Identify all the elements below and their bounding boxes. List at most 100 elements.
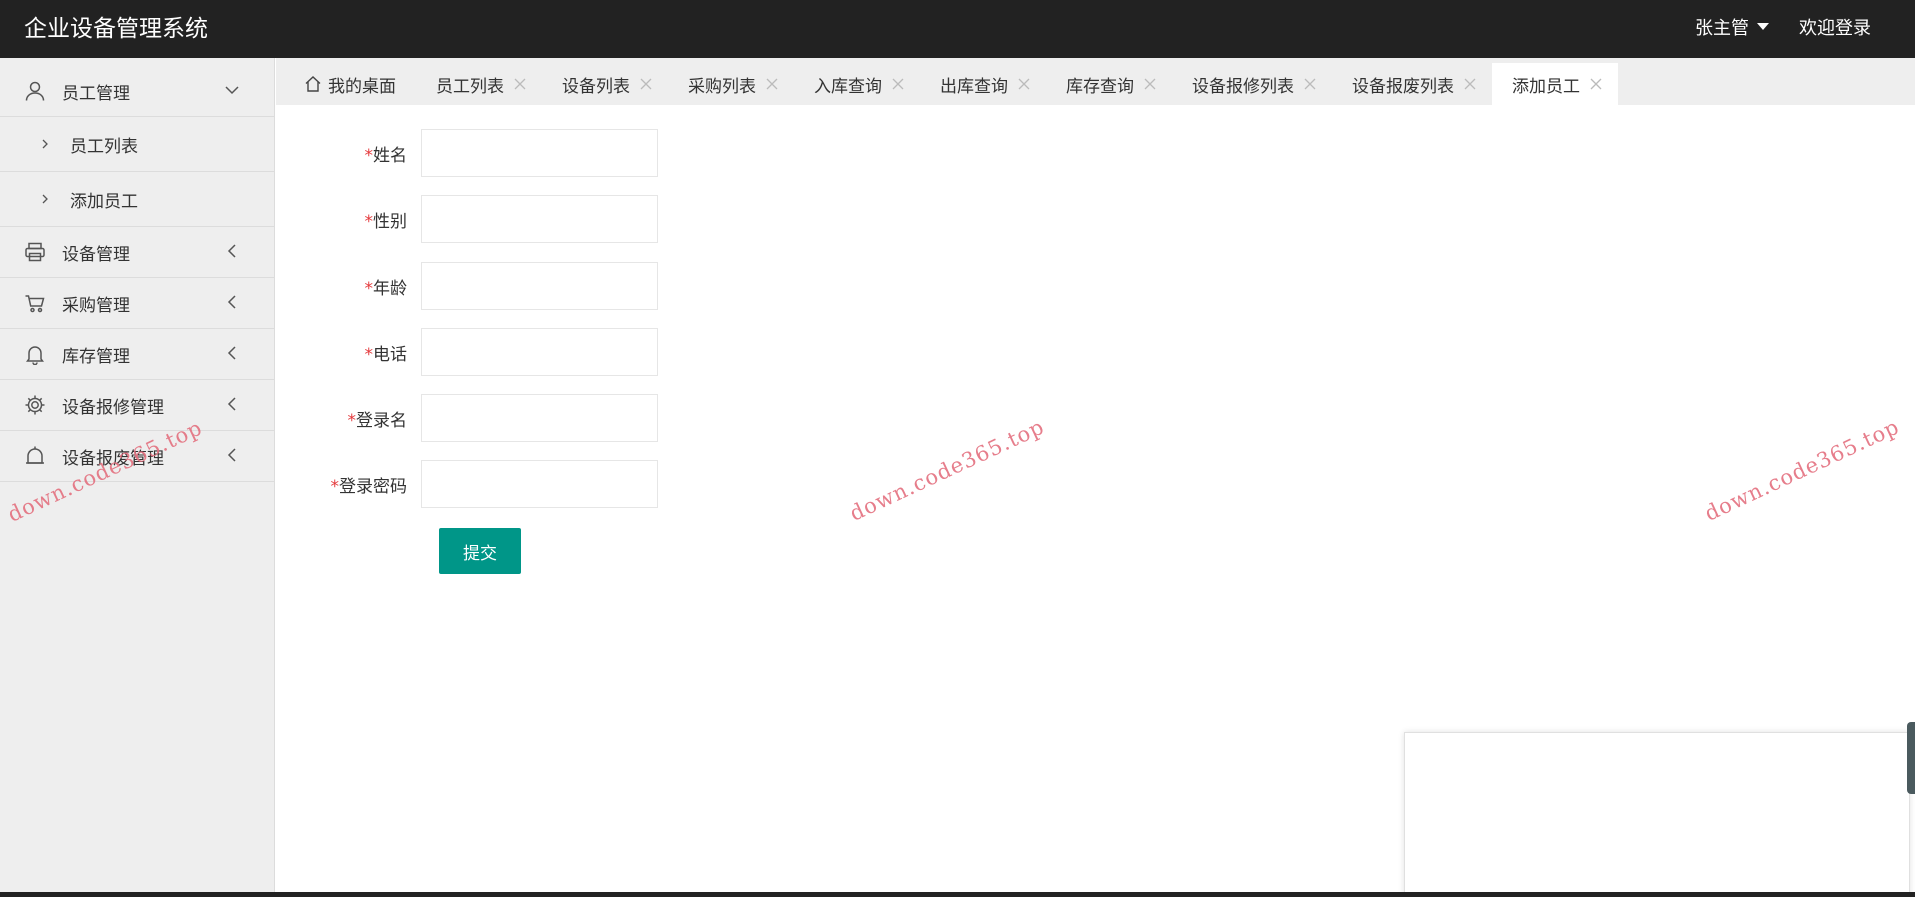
tab-staff-list[interactable]: 员工列表 (416, 63, 542, 105)
sidebar-group-staff: 员工管理 员工列表 添加员工 (0, 58, 274, 227)
phone-input[interactable] (421, 328, 658, 376)
tab-inventory-query[interactable]: 库存查询 (1046, 63, 1172, 105)
label-text: 性别 (373, 211, 407, 232)
printer-icon (24, 241, 46, 263)
label-text: 登录密码 (339, 476, 407, 497)
chevron-right-icon (40, 194, 50, 204)
login-name-input[interactable] (421, 394, 658, 442)
field-label: *姓名 (276, 141, 421, 166)
close-icon[interactable] (1018, 78, 1030, 90)
chevron-right-icon (40, 139, 50, 149)
field-label: *性别 (276, 207, 421, 232)
app-title: 企业设备管理系统 (24, 16, 208, 42)
tab-label: 添加员工 (1512, 76, 1580, 97)
tab-stock-out-query[interactable]: 出库查询 (920, 63, 1046, 105)
form-row-age: *年龄 (276, 262, 658, 310)
welcome-link[interactable]: 欢迎登录 (1799, 15, 1871, 43)
tab-bar: 我的桌面 员工列表 设备列表 采购列表 入库查询 出库查询 库存查询 设备报修列… (276, 58, 1915, 105)
tab-stock-in-query[interactable]: 入库查询 (794, 63, 920, 105)
user-menu[interactable]: 张主管 (1695, 15, 1769, 43)
close-icon[interactable] (514, 78, 526, 90)
close-icon[interactable] (1590, 78, 1602, 90)
sidebar-item-label: 设备管理 (62, 244, 130, 265)
tab-label: 库存查询 (1066, 76, 1134, 97)
sidebar-item-staff[interactable]: 员工管理 (0, 58, 274, 116)
tab-scrap-list[interactable]: 设备报废列表 (1332, 63, 1492, 105)
sidebar-group-repair: 设备报修管理 (0, 380, 274, 431)
form-row-name: *姓名 (276, 129, 658, 177)
sidebar-subitem-add-staff[interactable]: 添加员工 (0, 171, 274, 226)
form-row-gender: *性别 (276, 195, 658, 243)
name-input[interactable] (421, 129, 658, 177)
close-icon[interactable] (1304, 78, 1316, 90)
gear-icon (24, 394, 46, 416)
tab-add-staff[interactable]: 添加员工 (1492, 63, 1618, 105)
sidebar-subitem-label: 员工列表 (70, 136, 138, 157)
field-label: *登录名 (276, 406, 421, 431)
chevron-down-icon (224, 82, 240, 98)
sidebar-item-label: 库存管理 (62, 346, 130, 367)
caret-down-icon (1757, 22, 1769, 30)
label-text: 电话 (373, 344, 407, 365)
field-label: *年龄 (276, 274, 421, 299)
user-icon (24, 80, 46, 102)
sidebar-item-label: 设备报废管理 (62, 448, 164, 469)
tab-label: 员工列表 (436, 76, 504, 97)
sidebar-item-equipment[interactable]: 设备管理 (0, 227, 274, 277)
form-row-phone: *电话 (276, 328, 658, 376)
age-input[interactable] (421, 262, 658, 310)
chevron-left-icon (224, 345, 240, 361)
sidebar-subitem-staff-list[interactable]: 员工列表 (0, 116, 274, 171)
sidebar-subitem-label: 添加员工 (70, 191, 138, 212)
tab-label: 入库查询 (814, 76, 882, 97)
sidebar-item-repair[interactable]: 设备报修管理 (0, 380, 274, 430)
close-icon[interactable] (1464, 78, 1476, 90)
label-text: 姓名 (373, 145, 407, 166)
tab-equipment-list[interactable]: 设备列表 (542, 63, 668, 105)
tab-label: 出库查询 (940, 76, 1008, 97)
bell-icon (24, 343, 46, 365)
cart-icon (24, 292, 46, 314)
sidebar-item-scrap[interactable]: 设备报废管理 (0, 431, 274, 481)
submit-button[interactable]: 提交 (439, 528, 521, 574)
close-icon[interactable] (640, 78, 652, 90)
close-icon[interactable] (766, 78, 778, 90)
chevron-left-icon (224, 447, 240, 463)
floating-panel (1404, 732, 1910, 897)
tab-label: 采购列表 (688, 76, 756, 97)
field-label: *电话 (276, 340, 421, 365)
tab-repair-list[interactable]: 设备报修列表 (1172, 63, 1332, 105)
required-mark: * (364, 278, 374, 299)
close-icon[interactable] (892, 78, 904, 90)
sidebar-item-label: 员工管理 (62, 83, 130, 104)
sidebar: 员工管理 员工列表 添加员工 设备管理 采购管理 库存管理 设备报修管理 设备报… (0, 58, 275, 897)
chevron-left-icon (224, 396, 240, 412)
form-row-login-name: *登录名 (276, 394, 658, 442)
user-area: 张主管 欢迎登录 (1695, 15, 1871, 43)
close-icon[interactable] (1144, 78, 1156, 90)
user-name: 张主管 (1695, 18, 1749, 39)
top-header: 企业设备管理系统 张主管 欢迎登录 (0, 0, 1915, 58)
sidebar-item-label: 设备报修管理 (62, 397, 164, 418)
password-input[interactable] (421, 460, 658, 508)
tab-label: 设备列表 (562, 76, 630, 97)
gender-input[interactable] (421, 195, 658, 243)
form-row-password: *登录密码 (276, 460, 658, 508)
bottom-edge-bar (0, 892, 1915, 897)
sidebar-item-label: 采购管理 (62, 295, 130, 316)
sidebar-group-scrap: 设备报废管理 (0, 431, 274, 482)
tab-desktop[interactable]: 我的桌面 (284, 63, 416, 105)
label-text: 登录名 (356, 410, 407, 431)
tab-purchase-list[interactable]: 采购列表 (668, 63, 794, 105)
tab-label: 设备报修列表 (1192, 76, 1294, 97)
required-mark: * (330, 476, 340, 497)
home-icon (304, 75, 322, 93)
required-mark: * (347, 410, 357, 431)
sidebar-group-inventory: 库存管理 (0, 329, 274, 380)
sidebar-group-equipment: 设备管理 (0, 227, 274, 278)
side-drawer-handle[interactable] (1907, 722, 1915, 794)
alert-icon (24, 445, 46, 467)
sidebar-item-inventory[interactable]: 库存管理 (0, 329, 274, 379)
sidebar-item-purchase[interactable]: 采购管理 (0, 278, 274, 328)
chevron-left-icon (224, 243, 240, 259)
